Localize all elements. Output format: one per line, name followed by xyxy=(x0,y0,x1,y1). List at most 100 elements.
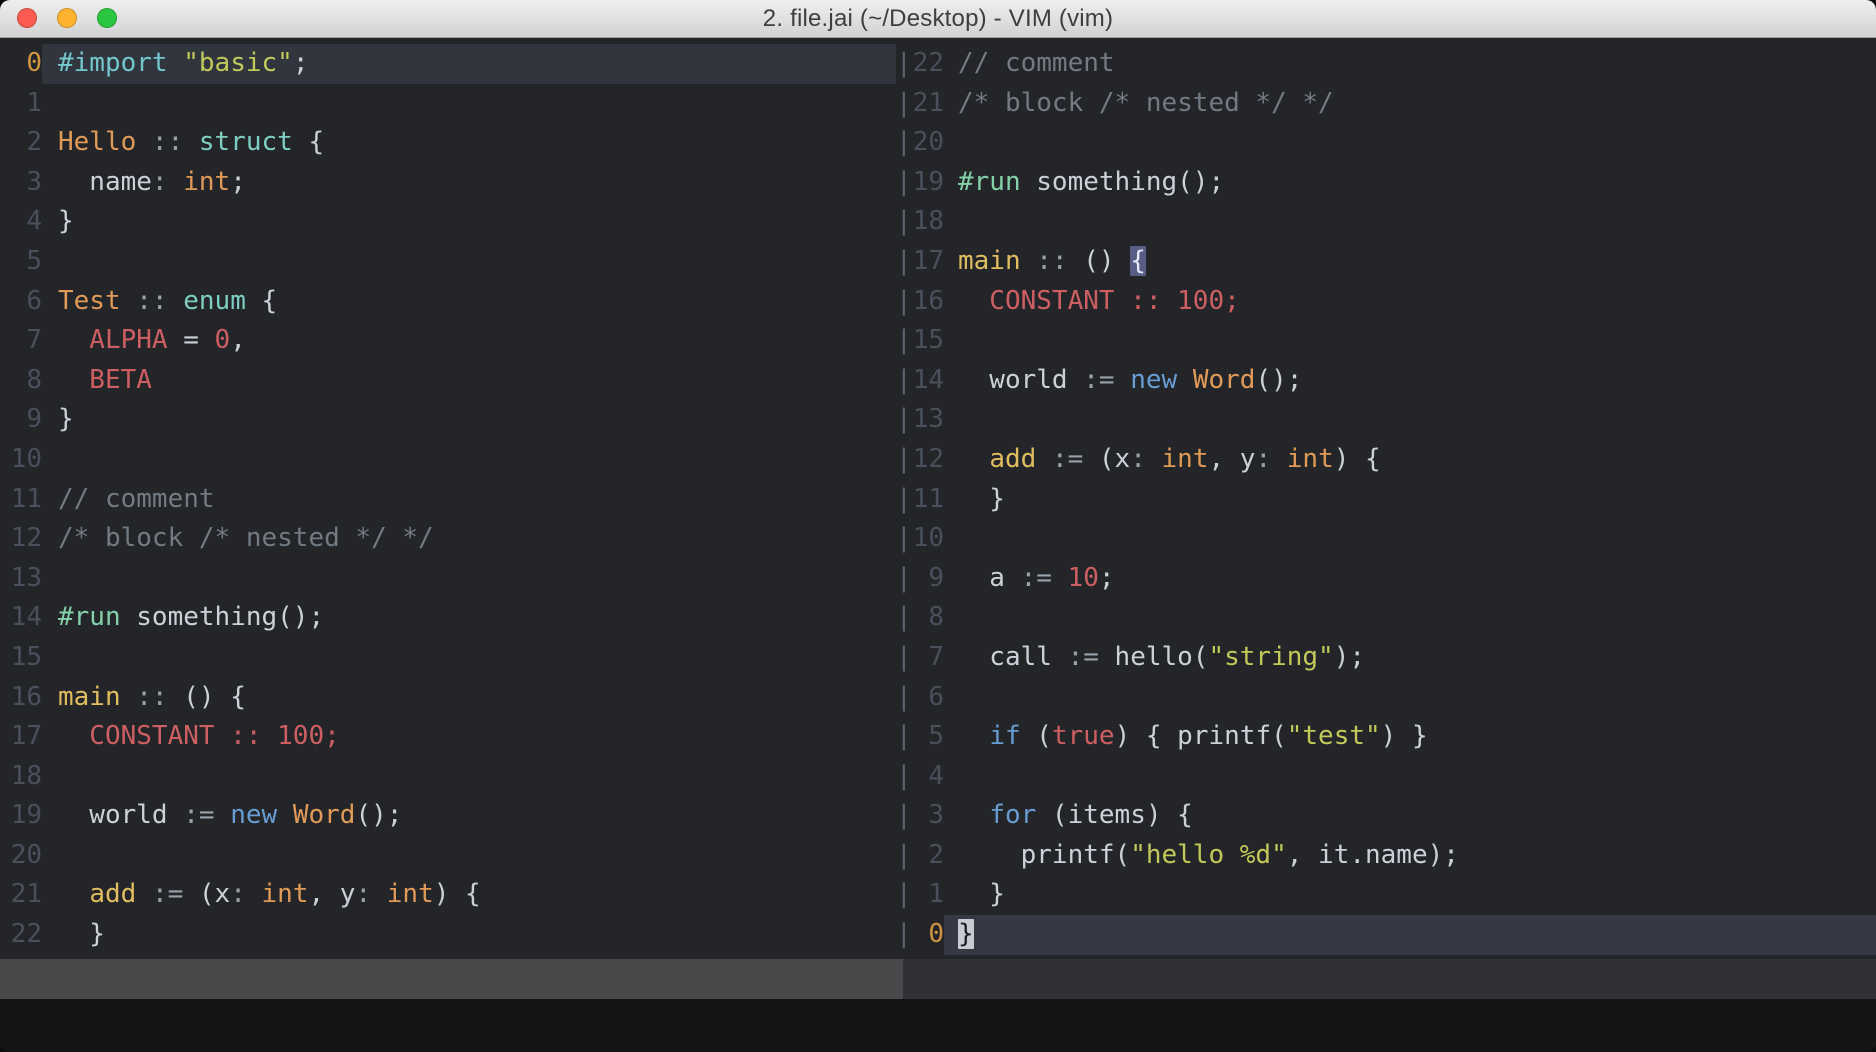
code-line[interactable]: |14 world := new Word(); xyxy=(896,361,1876,401)
code-line[interactable]: |11 } xyxy=(896,480,1876,520)
code-line[interactable]: |20 xyxy=(896,123,1876,163)
left-editor-pane[interactable]: 0#import "basic";12Hello :: struct {3 na… xyxy=(0,38,896,959)
code-text xyxy=(42,757,896,797)
code-line[interactable]: |12 add := (x: int, y: int) { xyxy=(896,440,1876,480)
code-text xyxy=(944,123,1876,163)
code-text: add := (x: int, y: int) { xyxy=(42,875,896,915)
code-line[interactable]: 8 BETA xyxy=(10,361,896,401)
code-line[interactable]: |16 CONSTANT :: 100; xyxy=(896,282,1876,322)
code-line[interactable]: 7 ALPHA = 0, xyxy=(10,321,896,361)
line-number: 20 xyxy=(912,123,944,163)
code-line[interactable]: 11// comment xyxy=(10,480,896,520)
code-text: if (true) { printf("test") } xyxy=(944,717,1876,757)
line-number: 16 xyxy=(912,282,944,322)
code-text xyxy=(944,519,1876,559)
code-line[interactable]: |4 xyxy=(896,757,1876,797)
code-line[interactable]: 2Hello :: struct { xyxy=(10,123,896,163)
code-text: #run something(); xyxy=(944,163,1876,203)
line-number: 22 xyxy=(10,915,42,955)
title-bar[interactable]: 2. file.jai (~/Desktop) - VIM (vim) xyxy=(0,0,1876,38)
line-number: 12 xyxy=(912,440,944,480)
line-number: 15 xyxy=(912,321,944,361)
line-number: 0 xyxy=(10,44,42,84)
line-number: 7 xyxy=(10,321,42,361)
line-number: 5 xyxy=(912,717,944,757)
code-line[interactable]: 4} xyxy=(10,202,896,242)
code-line[interactable]: 20 xyxy=(10,836,896,876)
right-editor-pane[interactable]: |22// comment|21/* block /* nested */ */… xyxy=(896,38,1876,959)
line-number: 8 xyxy=(10,361,42,401)
line-number: 15 xyxy=(10,638,42,678)
close-button[interactable] xyxy=(17,8,37,28)
code-text: } xyxy=(42,915,896,955)
code-text: for (items) { xyxy=(944,796,1876,836)
code-line[interactable]: 17 CONSTANT :: 100; xyxy=(10,717,896,757)
line-number: 19 xyxy=(10,796,42,836)
code-line[interactable]: |8 xyxy=(896,598,1876,638)
code-text xyxy=(42,638,896,678)
code-line[interactable]: 9} xyxy=(10,400,896,440)
code-line[interactable]: 21 add := (x: int, y: int) { xyxy=(10,875,896,915)
code-line[interactable]: |17main :: () { xyxy=(896,242,1876,282)
code-line[interactable]: 5 xyxy=(10,242,896,282)
code-line[interactable]: |18 xyxy=(896,202,1876,242)
code-line[interactable]: |13 xyxy=(896,400,1876,440)
line-number: 6 xyxy=(912,678,944,718)
line-number: 9 xyxy=(912,559,944,599)
code-line[interactable]: |3 for (items) { xyxy=(896,796,1876,836)
code-line[interactable]: |1 } xyxy=(896,875,1876,915)
code-text: world := new Word(); xyxy=(42,796,896,836)
code-text: } xyxy=(944,480,1876,520)
code-line[interactable]: |9 a := 10; xyxy=(896,559,1876,599)
matchparen-highlight: { xyxy=(1130,246,1146,276)
line-number: 21 xyxy=(10,875,42,915)
line-number: 4 xyxy=(912,757,944,797)
code-line[interactable]: 3 name: int; xyxy=(10,163,896,203)
code-text: #run something(); xyxy=(42,598,896,638)
code-line[interactable]: |10 xyxy=(896,519,1876,559)
code-line[interactable]: 16main :: () { xyxy=(10,678,896,718)
code-line[interactable]: 18 xyxy=(10,757,896,797)
vertical-split-separator: | xyxy=(896,598,912,638)
code-line[interactable]: |2 printf("hello %d", it.name); xyxy=(896,836,1876,876)
line-number: 8 xyxy=(912,598,944,638)
code-line[interactable]: 10 xyxy=(10,440,896,480)
code-line[interactable]: 19 world := new Word(); xyxy=(10,796,896,836)
code-text: main :: () { xyxy=(42,678,896,718)
line-number: 4 xyxy=(10,202,42,242)
command-line[interactable] xyxy=(0,999,1876,1052)
minimize-button[interactable] xyxy=(57,8,77,28)
code-line[interactable]: 14#run something(); xyxy=(10,598,896,638)
code-line[interactable]: |6 xyxy=(896,678,1876,718)
vertical-split-separator: | xyxy=(896,44,912,84)
code-line[interactable]: 1 xyxy=(10,84,896,124)
vertical-split-separator: | xyxy=(896,875,912,915)
code-line[interactable]: 6Test :: enum { xyxy=(10,282,896,322)
code-line[interactable]: |15 xyxy=(896,321,1876,361)
code-line[interactable]: |19#run something(); xyxy=(896,163,1876,203)
vertical-split-separator: | xyxy=(896,757,912,797)
cursor-code-line[interactable]: |0} xyxy=(896,915,1876,955)
code-text: } xyxy=(42,400,896,440)
line-number: 13 xyxy=(10,559,42,599)
line-number: 12 xyxy=(10,519,42,559)
line-number: 3 xyxy=(912,796,944,836)
vertical-split-separator: | xyxy=(896,440,912,480)
vertical-split-separator: | xyxy=(896,836,912,876)
code-text: BETA xyxy=(42,361,896,401)
code-line[interactable]: |7 call := hello("string"); xyxy=(896,638,1876,678)
cursor-block: } xyxy=(958,919,974,949)
editor-splits: 0#import "basic";12Hello :: struct {3 na… xyxy=(0,38,1876,959)
code-line[interactable]: 22 } xyxy=(10,915,896,955)
line-number: 5 xyxy=(10,242,42,282)
code-line[interactable]: |22// comment xyxy=(896,44,1876,84)
code-line[interactable]: 13 xyxy=(10,559,896,599)
code-line[interactable]: 15 xyxy=(10,638,896,678)
line-number: 6 xyxy=(10,282,42,322)
zoom-button[interactable] xyxy=(97,8,117,28)
code-line[interactable]: |5 if (true) { printf("test") } xyxy=(896,717,1876,757)
code-text: add := (x: int, y: int) { xyxy=(944,440,1876,480)
code-line[interactable]: 12/* block /* nested */ */ xyxy=(10,519,896,559)
code-line[interactable]: |21/* block /* nested */ */ xyxy=(896,84,1876,124)
cursor-code-line[interactable]: 0#import "basic"; xyxy=(10,44,896,84)
